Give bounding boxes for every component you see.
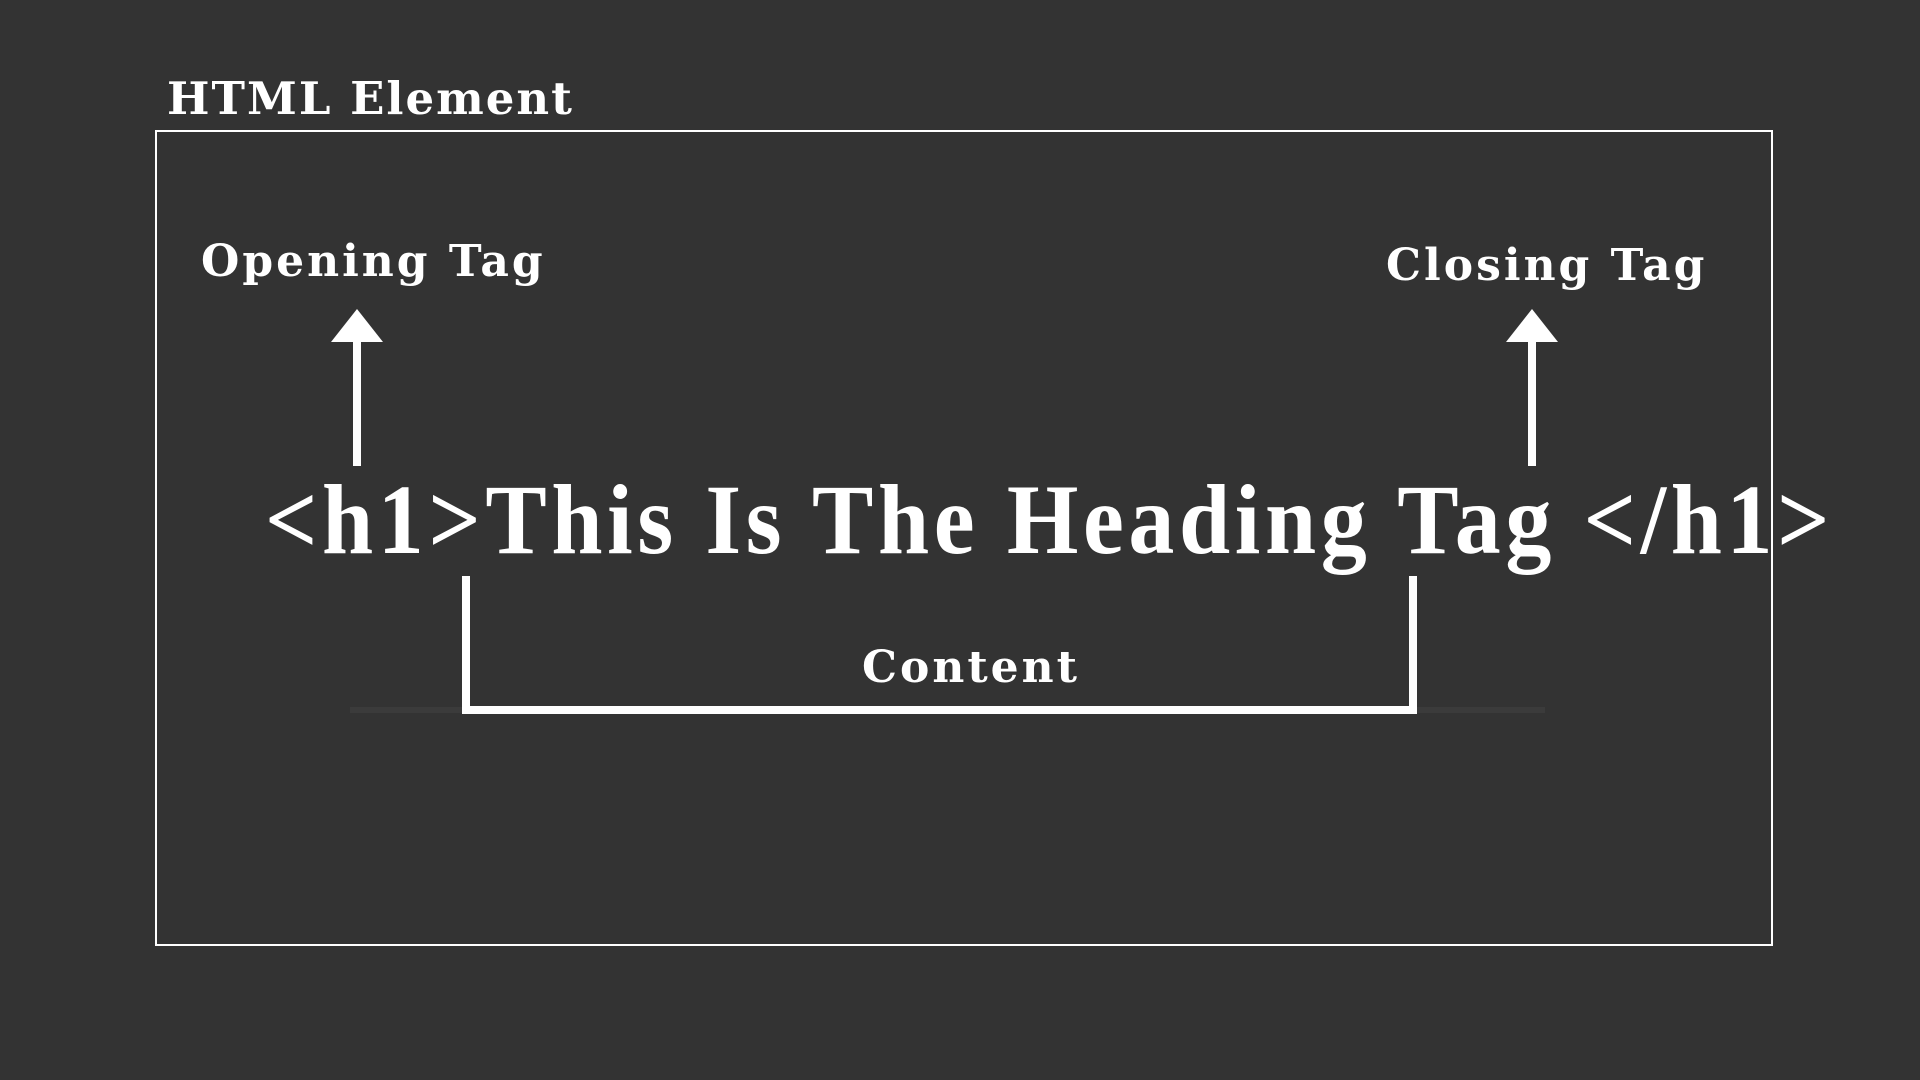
opening-arrow: [331, 309, 383, 466]
diagram-connectors: [331, 309, 1558, 714]
content-bracket: [462, 576, 1417, 714]
closing-arrow: [1506, 309, 1558, 466]
